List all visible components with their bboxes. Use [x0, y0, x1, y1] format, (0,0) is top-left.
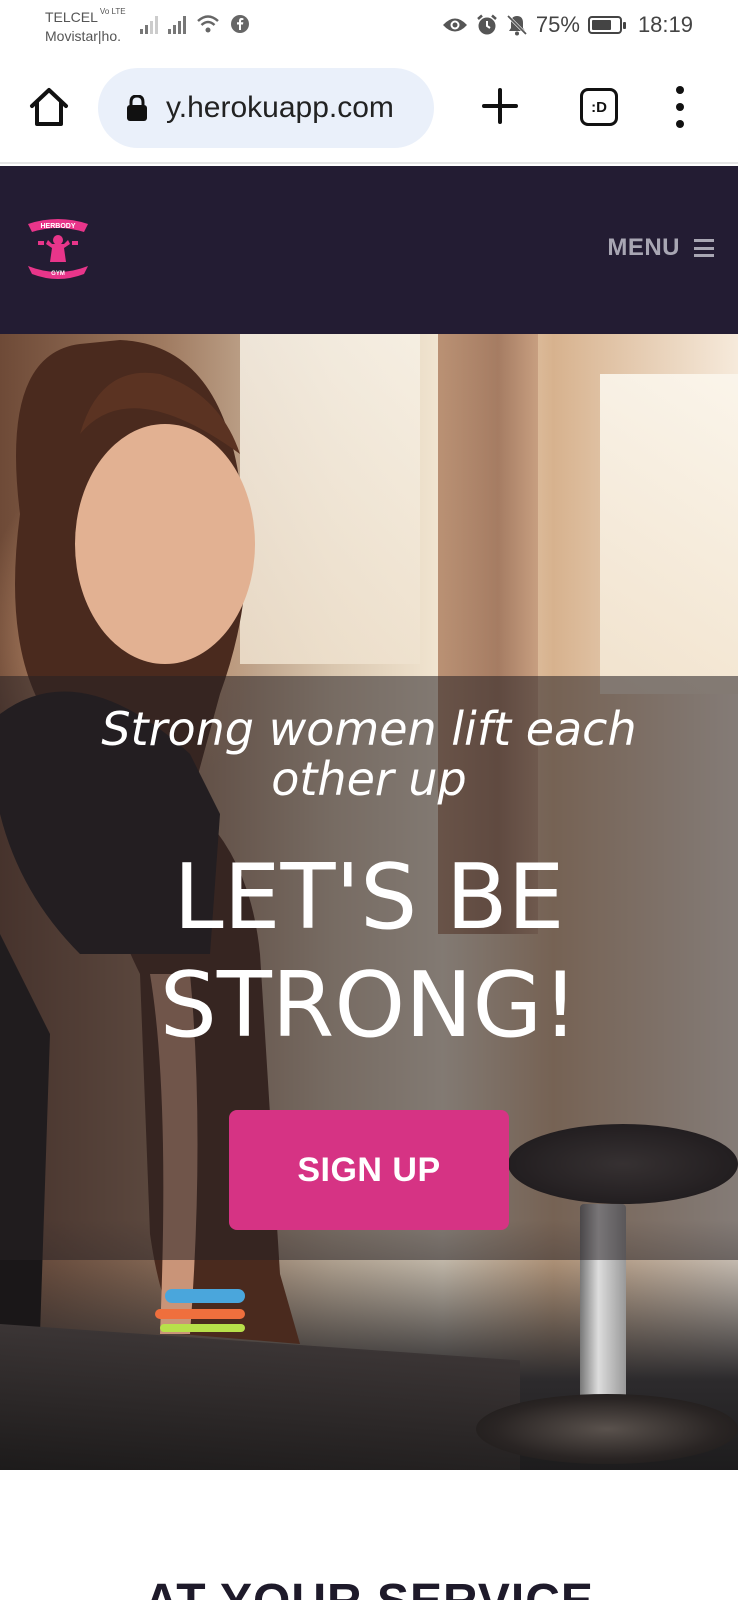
signal-group — [140, 14, 250, 34]
menu-label: MENU — [607, 234, 680, 261]
tab-switcher-label: :D — [591, 98, 607, 116]
browser-toolbar: y.herokuapp.com :D — [0, 52, 738, 164]
carrier-name-secondary: Movistar|ho. — [45, 28, 121, 44]
volte-badge: Vo LTE — [99, 7, 126, 16]
status-right: 75% 18:19 — [442, 12, 693, 38]
more-icon[interactable] — [672, 86, 688, 128]
hero-section: Strong women lift each other up LET'S BE… — [0, 334, 738, 1470]
clock: 18:19 — [637, 12, 693, 37]
tabs-icon[interactable]: :D — [580, 88, 618, 126]
site-navbar: HERBODY GYM MENU — [0, 166, 738, 334]
menu-button[interactable]: MENU — [607, 234, 714, 262]
hero-bg-window — [600, 374, 738, 694]
facebook-icon — [231, 15, 249, 33]
hero-title: LET'S BE STRONG! — [159, 845, 579, 1058]
battery-icon — [587, 16, 626, 34]
plus-icon[interactable] — [480, 86, 520, 126]
wifi-icon — [197, 15, 219, 33]
hamburger-icon — [694, 239, 714, 257]
carrier-name: TELCEL — [45, 9, 98, 25]
status-bar: TELCEL Vo LTE Movistar|ho. 75% 18:19 — [0, 0, 738, 52]
hero-bg-bench — [0, 1324, 520, 1470]
eye-icon — [442, 18, 467, 32]
logo-text-bottom: GYM — [51, 271, 65, 277]
gym-logo[interactable]: HERBODY GYM — [24, 214, 92, 282]
signup-button[interactable]: SIGN UP — [229, 1110, 509, 1230]
signal-icon — [168, 14, 186, 34]
mute-icon — [506, 14, 527, 36]
signup-label: SIGN UP — [297, 1150, 441, 1189]
battery-percent: 75% — [535, 12, 580, 37]
carrier-info: TELCEL Vo LTE Movistar|ho. — [45, 8, 126, 46]
address-bar[interactable]: y.herokuapp.com — [98, 68, 434, 148]
services-section-title: AT YOUR SERVICE — [0, 1572, 738, 1600]
lock-icon — [127, 95, 147, 121]
logo-text-top: HERBODY — [40, 223, 75, 230]
home-icon[interactable] — [28, 86, 70, 128]
alarm-icon — [477, 14, 497, 35]
signal-icon — [140, 14, 158, 34]
url-text: y.herokuapp.com — [166, 91, 394, 124]
hero-bg-weight-plate — [476, 1394, 738, 1464]
hero-tagline: Strong women lift each other up — [101, 702, 637, 806]
